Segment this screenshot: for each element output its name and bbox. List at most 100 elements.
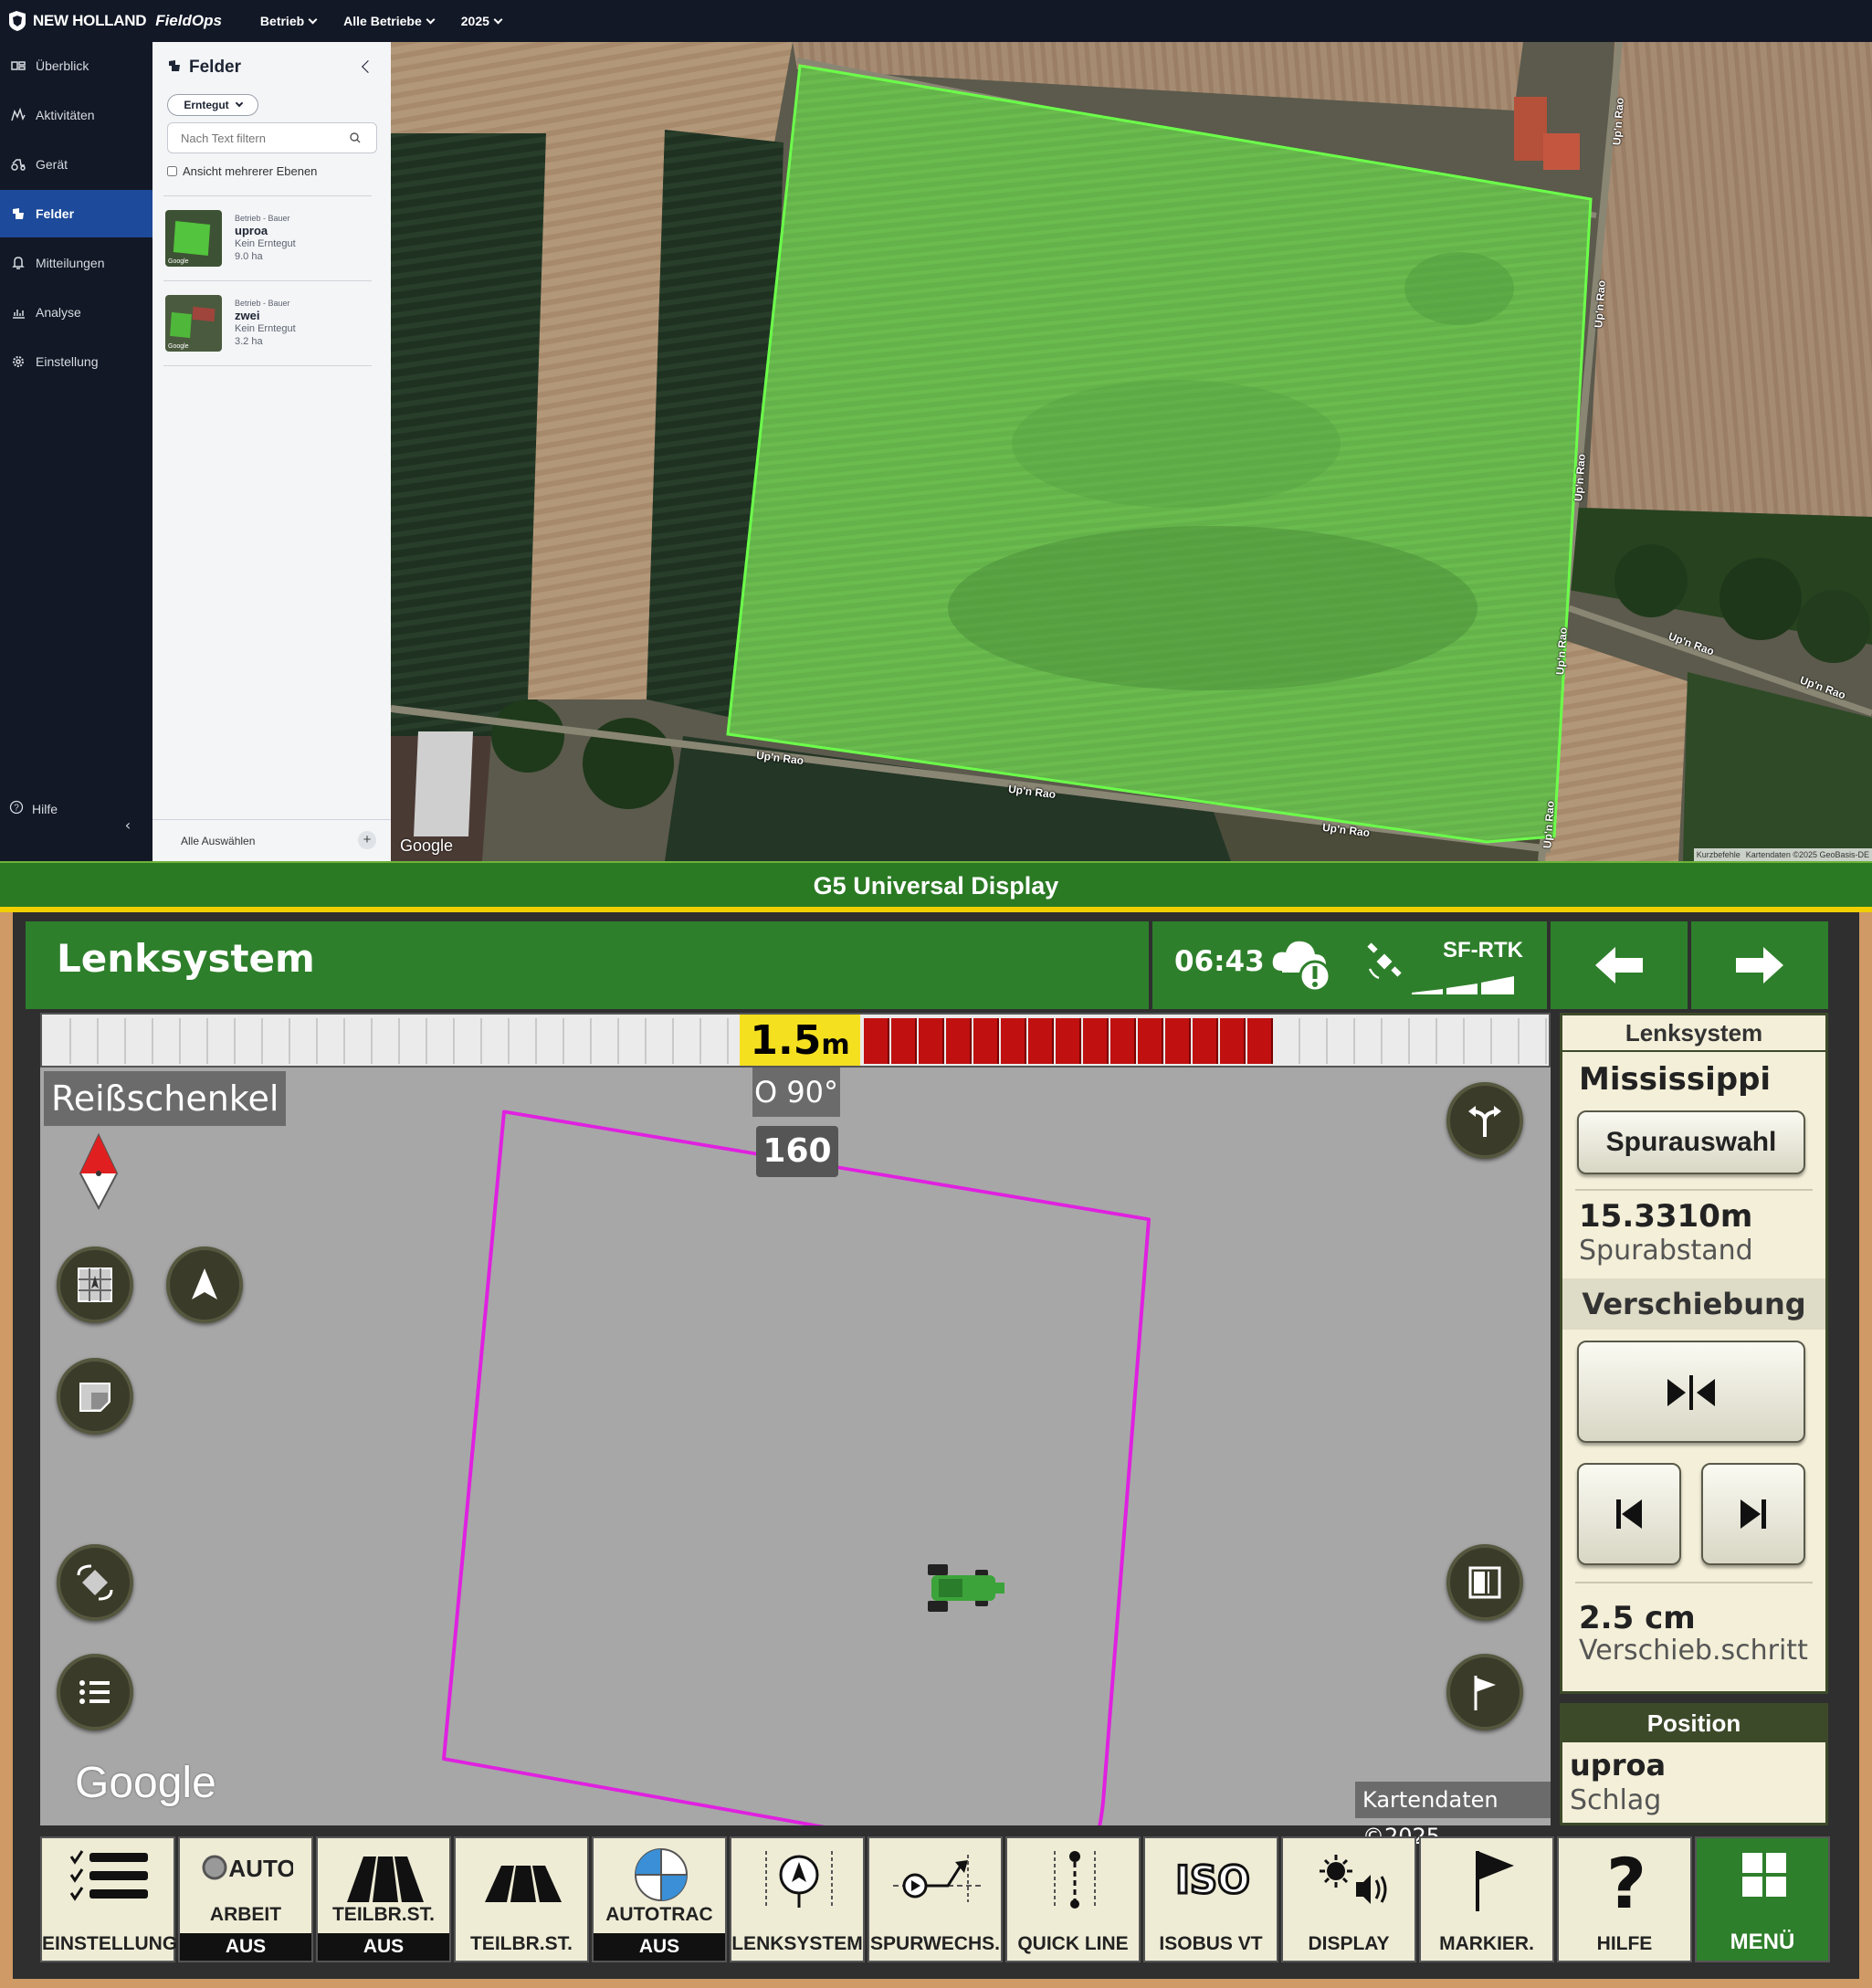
split-panel-icon [1468, 1566, 1501, 1599]
track-change-button[interactable]: SPURWECHS. [868, 1836, 1003, 1962]
menu-button[interactable]: MENÜ [1695, 1836, 1830, 1962]
section-control-state-button[interactable]: TEILBR.ST. AUS [316, 1836, 451, 1962]
farm-dropdown[interactable]: Betrieb [260, 14, 318, 28]
implement-label: Reißschenkel [44, 1071, 287, 1126]
lightbar-segment [1083, 1018, 1109, 1064]
lightbar-segment [891, 1018, 917, 1064]
quick-line-button[interactable]: QUICK LINE [1005, 1836, 1141, 1962]
satellite-map[interactable]: Up'n Rao Up'n Rao Up'n Rao Up'n Rao Up'n… [391, 42, 1872, 861]
section-control-icon [485, 1866, 562, 1902]
help-link[interactable]: ? Hilfe [9, 800, 58, 817]
auto-work-icon: AUTO [202, 1855, 293, 1882]
add-field-plus-icon[interactable]: + [358, 831, 376, 849]
select-all-link[interactable]: Alle Auswählen [181, 835, 255, 847]
guidance-button[interactable]: LENKSYSTEM [730, 1836, 865, 1962]
quick-line-icon [1054, 1851, 1096, 1909]
shift-left-button[interactable] [1577, 1463, 1681, 1565]
tractor-icon [9, 155, 27, 174]
settings-list-icon [69, 1850, 148, 1901]
brand-logo[interactable]: NEW HOLLAND FieldOps [7, 10, 222, 32]
rotate-view-button[interactable] [57, 1544, 133, 1621]
window-title: G5 Universal Display [0, 861, 1872, 907]
shift-section-title: Verschiebung [1562, 1278, 1825, 1330]
keyboard-shortcuts-link[interactable]: Kurzbefehle [1697, 850, 1741, 859]
collapse-nav-chevron-icon[interactable]: ‹ [119, 816, 137, 835]
settings-button[interactable]: EINSTELLUNG [40, 1836, 177, 1962]
guidance-map[interactable]: Reißschenkel O 90° 160 Google Kartendate… [40, 1068, 1551, 1849]
isobus-vt-button[interactable]: ISO ISOBUS VT [1143, 1836, 1278, 1962]
search-input[interactable] [167, 122, 377, 153]
lightbar-segment [511, 1018, 537, 1064]
sidebar-item-fields[interactable]: Felder [0, 190, 152, 237]
marker-button[interactable]: MARKIER. [1419, 1836, 1554, 1962]
sidebar-item-equipment[interactable]: Gerät [0, 141, 152, 188]
status-area[interactable]: 06:43 SF-RTK [1152, 921, 1547, 1009]
field-boundary [442, 1110, 1151, 1825]
split-screen-button[interactable] [1446, 1544, 1523, 1621]
map-grid-view-button[interactable] [57, 1246, 133, 1323]
lightbar-segment [973, 1018, 999, 1064]
sidebar-item-activities[interactable]: Aktivitäten [0, 91, 152, 139]
lightbar-segment [1001, 1018, 1026, 1064]
position-card: Position uproa Schlag [1560, 1703, 1828, 1825]
field-name: zwei [235, 309, 260, 322]
field-list-item[interactable]: Google Betrieb - Bauer zwei Kein Erntegu… [165, 295, 375, 361]
year-dropdown[interactable]: 2025 [461, 14, 503, 28]
gear-icon [9, 352, 27, 371]
map-data-credit: Kartendaten ©2025 [1355, 1782, 1551, 1849]
flag-icon [1476, 1851, 1514, 1911]
new-holland-leaf-icon [9, 11, 26, 31]
card-title: Lenksystem [1562, 1015, 1825, 1052]
lightbar-segment [100, 1018, 126, 1064]
navigation-arrow-icon [192, 1268, 217, 1299]
lightbar-segment [1165, 1018, 1191, 1064]
close-panel-chevron-icon[interactable] [361, 59, 375, 74]
layers-button[interactable] [57, 1358, 133, 1435]
shift-right-icon [1741, 1499, 1766, 1529]
help-button[interactable]: ? HILFE [1557, 1836, 1692, 1962]
lightbar-segment [374, 1018, 400, 1064]
crop-filter-chip[interactable]: Erntegut [167, 94, 258, 116]
lightbar-segment [703, 1018, 729, 1064]
all-farms-dropdown[interactable]: Alle Betriebe [343, 14, 436, 28]
north-up-button[interactable] [166, 1246, 243, 1323]
iso-icon: ISO [1174, 1857, 1252, 1904]
svg-text:?: ? [1606, 1847, 1646, 1911]
sidebar-item-messages[interactable]: Mitteilungen [0, 239, 152, 287]
page-header: Lenksystem [26, 921, 1149, 1009]
clock: 06:43 [1174, 945, 1265, 978]
sidebar-item-analysis[interactable]: Analyse [0, 289, 152, 336]
flag-marker-button[interactable] [1446, 1654, 1523, 1730]
field-crop: Kein Erntegut [235, 323, 296, 334]
forward-arrow-button[interactable] [1691, 921, 1828, 1009]
panel-header: Felder [167, 55, 376, 80]
toolbar-label: DISPLAY [1308, 1933, 1390, 1954]
center-shift-button[interactable] [1577, 1341, 1805, 1443]
divider [163, 195, 372, 196]
section-control-button[interactable]: TEILBR.ST. [454, 1836, 589, 1962]
field-list-item[interactable]: Google Betrieb - Bauer uproa Kein Ernteg… [165, 210, 375, 276]
multi-layer-label: Ansicht mehrerer Ebenen [183, 164, 318, 178]
lightbar-segment [237, 1018, 263, 1064]
back-arrow-button[interactable] [1551, 921, 1688, 1009]
lightbar-segment [1330, 1018, 1355, 1064]
lightbar-segment [621, 1018, 647, 1064]
sidebar-item-overview[interactable]: Überblick [0, 42, 152, 89]
toolbar-state: AUS [180, 1933, 311, 1961]
multi-layer-toggle[interactable]: Ansicht mehrerer Ebenen [167, 164, 317, 178]
list-view-button[interactable] [57, 1654, 133, 1730]
display-settings-button[interactable]: DISPLAY [1281, 1836, 1416, 1962]
section-control-icon [347, 1857, 424, 1902]
auto-work-button[interactable]: AUTO ARBEIT AUS [178, 1836, 313, 1962]
svg-text:ISO: ISO [1175, 1857, 1250, 1902]
autotrac-button[interactable]: AUTOTRAC AUS [592, 1836, 727, 1962]
sidebar-item-settings[interactable]: Einstellung [0, 338, 152, 385]
search-icon [348, 131, 363, 145]
field-icon [167, 58, 182, 78]
track-select-button[interactable]: Spurauswahl [1577, 1110, 1805, 1174]
split-track-button[interactable] [1446, 1082, 1523, 1159]
lightbar-segment [265, 1018, 290, 1064]
multi-layer-checkbox[interactable] [167, 166, 177, 176]
shift-right-button[interactable] [1701, 1463, 1805, 1565]
lightbar-segment [1384, 1018, 1410, 1064]
